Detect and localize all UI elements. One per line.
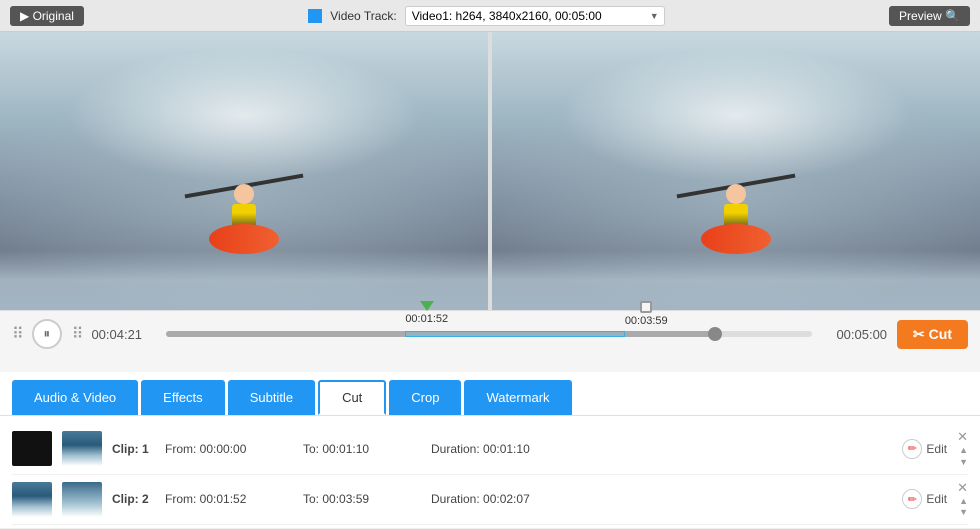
marker-right-label: 00:03:59	[625, 315, 668, 327]
video-track-select-wrapper: Video1: h264, 3840x2160, 00:05:00	[405, 6, 665, 26]
edit-label-2: Edit	[926, 492, 947, 506]
top-bar: ▶ Original Video Track: Video1: h264, 38…	[0, 0, 980, 32]
cut-selection	[405, 331, 625, 337]
clip-2-up-arrow[interactable]: ▲	[959, 496, 968, 507]
tabs-area: Audio & Video Effects Subtitle Cut Crop …	[0, 372, 980, 416]
clip-thumb-1b	[62, 431, 102, 466]
person-head-left	[234, 184, 254, 204]
clip-info-1: Clip: 1 From: 00:00:00 To: 00:01:10 Dura…	[112, 442, 892, 456]
kayak-body-right	[701, 224, 771, 254]
marker-right-handle[interactable]	[640, 301, 652, 313]
video-preview-left	[0, 32, 488, 310]
video-area	[0, 32, 980, 310]
timeline-thumb[interactable]	[708, 327, 722, 341]
water-splash-right	[492, 250, 980, 310]
marker-left-arrow	[420, 301, 434, 311]
tab-effects[interactable]: Effects	[141, 380, 225, 415]
tab-crop[interactable]: Crop	[389, 380, 461, 415]
marker-left-label: 00:01:52	[405, 313, 448, 325]
current-time-display: 00:04:21	[91, 327, 156, 342]
tab-audio-video[interactable]: Audio & Video	[12, 380, 138, 415]
clip-1-up-arrow[interactable]: ▲	[959, 445, 968, 456]
clip-2-duration: Duration: 00:02:07	[431, 492, 581, 506]
clip-2-to: To: 00:03:59	[303, 492, 423, 506]
video-track-select[interactable]: Video1: h264, 3840x2160, 00:05:00	[405, 6, 665, 26]
person-head-right	[726, 184, 746, 204]
drag-handle-icon: ⠿	[12, 324, 22, 344]
cut-button[interactable]: ✂ Cut	[897, 320, 968, 349]
clip-2-edit-button[interactable]: ✏ Edit	[902, 489, 947, 509]
original-button[interactable]: ▶ Original	[10, 6, 84, 26]
table-row: Clip: 2 From: 00:01:52 To: 00:03:59 Dura…	[12, 475, 968, 526]
preview-button[interactable]: Preview 🔍	[889, 6, 970, 26]
clip-info-2: Clip: 2 From: 00:01:52 To: 00:03:59 Dura…	[112, 492, 892, 506]
table-row: Clip: 1 From: 00:00:00 To: 00:01:10 Dura…	[12, 424, 968, 475]
top-bar-right: Preview 🔍	[889, 6, 970, 26]
clip-2-arrows: ▲ ▼	[959, 496, 968, 519]
controls-row: ⠿ ⏸ ⠿ 00:04:21 00:01:52 00:03:59 0	[12, 319, 968, 349]
clip-2-label: Clip: 2	[112, 492, 157, 506]
top-bar-left: ▶ Original	[10, 6, 84, 26]
drag-handle-right-icon: ⠿	[72, 324, 82, 344]
clip-1-from: From: 00:00:00	[165, 442, 295, 456]
clip-1-close[interactable]: ✕	[957, 430, 968, 443]
kayak-figure-right	[706, 154, 766, 254]
marker-left: 00:01:52	[405, 301, 448, 325]
video-panel-left	[0, 32, 488, 310]
edit-icon-2: ✏	[902, 489, 922, 509]
end-time-display: 00:05:00	[822, 327, 887, 342]
timeline-container[interactable]: 00:01:52 00:03:59	[166, 319, 812, 349]
clip-2-actions: ✕ ▲ ▼	[957, 481, 968, 519]
top-bar-center: Video Track: Video1: h264, 3840x2160, 00…	[308, 6, 664, 26]
clip-1-down-arrow[interactable]: ▼	[959, 457, 968, 468]
clip-2-close[interactable]: ✕	[957, 481, 968, 494]
clip-1-label: Clip: 1	[112, 442, 157, 456]
clip-thumb-1	[12, 431, 52, 466]
clip-2-from: From: 00:01:52	[165, 492, 295, 506]
controls-area: ⠿ ⏸ ⠿ 00:04:21 00:01:52 00:03:59 0	[0, 310, 980, 372]
clip-1-arrows: ▲ ▼	[959, 445, 968, 468]
clip-1-edit-button[interactable]: ✏ Edit	[902, 439, 947, 459]
clip-2-down-arrow[interactable]: ▼	[959, 507, 968, 518]
clip-1-to: To: 00:01:10	[303, 442, 423, 456]
clip-thumb-2a	[12, 482, 52, 517]
edit-icon-1: ✏	[902, 439, 922, 459]
tab-cut[interactable]: Cut	[318, 380, 386, 415]
tab-watermark[interactable]: Watermark	[464, 380, 571, 415]
timeline-track[interactable]	[166, 331, 812, 337]
video-panel-right	[488, 32, 980, 310]
kayak-body-left	[209, 224, 279, 254]
marker-right: 00:03:59	[625, 301, 668, 327]
tab-subtitle[interactable]: Subtitle	[228, 380, 315, 415]
video-preview-right	[492, 32, 980, 310]
track-icon	[308, 9, 322, 23]
pause-icon: ⏸	[43, 326, 50, 342]
clip-1-duration: Duration: 00:01:10	[431, 442, 581, 456]
kayak-figure-left	[214, 154, 274, 254]
clips-area: Clip: 1 From: 00:00:00 To: 00:01:10 Dura…	[0, 416, 980, 528]
clip-thumb-2b	[62, 482, 102, 517]
edit-label-1: Edit	[926, 442, 947, 456]
video-track-label: Video Track:	[330, 9, 396, 23]
play-pause-button[interactable]: ⏸	[32, 319, 62, 349]
clip-1-actions: ✕ ▲ ▼	[957, 430, 968, 468]
